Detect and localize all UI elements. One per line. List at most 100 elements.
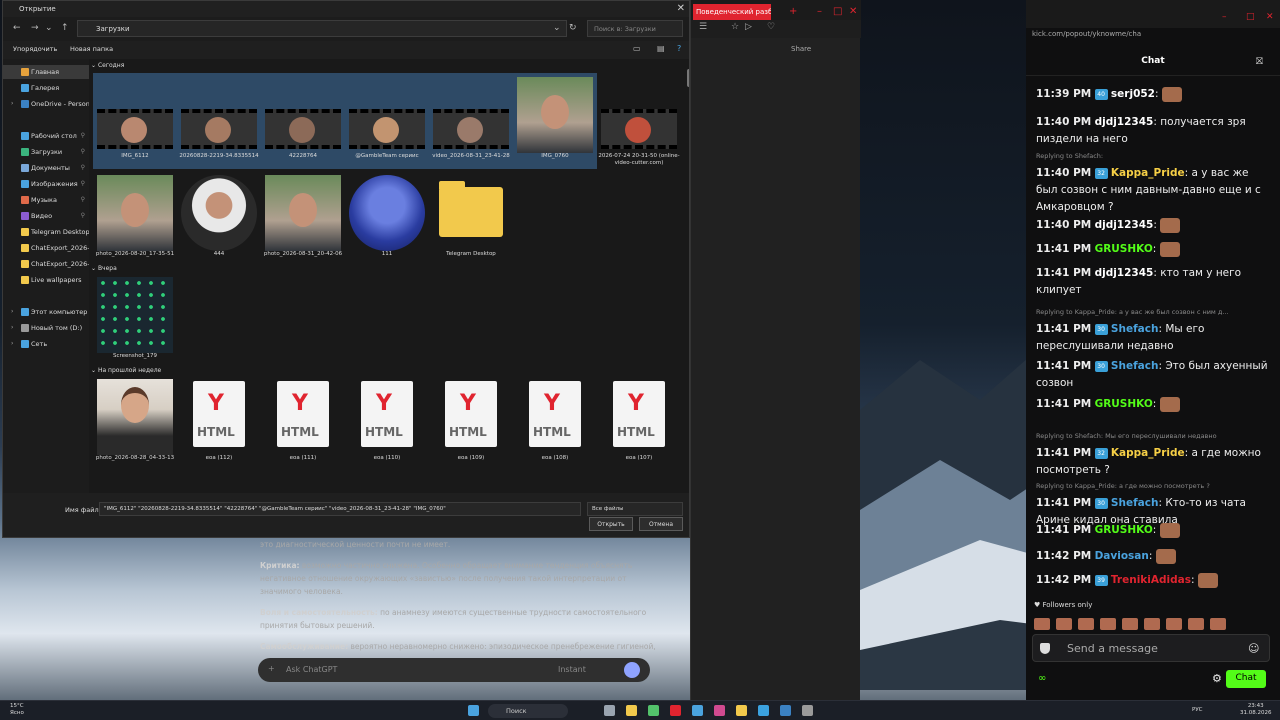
file-item[interactable]: video_2026-08-31_23-41-28 [429, 73, 513, 169]
task-view-icon[interactable] [604, 705, 615, 716]
file-item[interactable]: 42228764 [261, 73, 345, 169]
chat-send-button[interactable]: Chat [1226, 670, 1266, 688]
emote[interactable] [1034, 618, 1050, 630]
address-dropdown-icon[interactable]: ⌄ [553, 23, 561, 33]
emote[interactable] [1166, 618, 1182, 630]
opera-icon[interactable] [714, 705, 725, 716]
back-icon[interactable]: ← [13, 23, 21, 33]
search-input[interactable]: Поиск в: Загрузки [587, 20, 683, 37]
chevron-right-icon[interactable]: › [11, 308, 13, 315]
file-item[interactable]: Screenshot_179 [93, 273, 177, 369]
sidebar-item[interactable]: ChatExport_2026-0 [3, 241, 89, 255]
sidebar-item[interactable]: Главная [3, 65, 89, 79]
telegram-icon[interactable] [758, 705, 769, 716]
username[interactable]: Kappa_Pride [1111, 167, 1185, 179]
minimize-icon[interactable]: – [817, 6, 822, 17]
sidebar-item[interactable]: › Этот компьютер [3, 305, 89, 319]
emote[interactable] [1210, 618, 1226, 630]
weather-widget[interactable]: 15°C Ясно [10, 703, 24, 717]
file-item[interactable]: 444 [177, 171, 261, 267]
close-icon[interactable]: ✕ [849, 6, 857, 17]
new-folder-button[interactable]: Новая папка [70, 45, 113, 53]
sidebar-item[interactable]: › Новый том (D:) [3, 321, 89, 335]
taskbar-search[interactable]: Поиск [488, 704, 568, 718]
address-bar[interactable]: Загрузки [77, 20, 567, 37]
bookmarks-icon[interactable]: ☆ [731, 22, 739, 32]
emote[interactable] [1056, 618, 1072, 630]
username[interactable]: TrenikiAdidas [1111, 574, 1191, 586]
gear-icon[interactable]: ⚙ [1212, 672, 1222, 685]
sidebar-item[interactable]: › Сеть [3, 337, 89, 351]
file-item[interactable]: IMG_6112 [93, 73, 177, 169]
sidebar-item[interactable]: Загрузки ⚲ [3, 145, 89, 159]
username[interactable]: djdj12345 [1095, 267, 1154, 279]
group-today[interactable]: ⌄ Сегодня [91, 62, 124, 69]
sort-button[interactable]: Упорядочить [13, 45, 57, 53]
file-item[interactable]: 2026-07-24 20-31-50 (online-video-cutter… [597, 73, 681, 169]
new-tab-icon[interactable]: + [789, 6, 797, 17]
username[interactable]: djdj12345 [1095, 116, 1154, 128]
file-item[interactable]: Y HTML еоа (110) [345, 375, 429, 471]
help-icon[interactable]: ? [677, 44, 681, 53]
file-item[interactable]: @GambleTeam сериис [345, 73, 429, 169]
app-icon[interactable] [780, 705, 791, 716]
file-item[interactable]: Y HTML еоа (112) [177, 375, 261, 471]
file-item[interactable]: Y HTML еоа (108) [513, 375, 597, 471]
file-item[interactable]: photo_2026-08-20_17-35-51 [93, 171, 177, 267]
username[interactable]: Shefach [1111, 323, 1159, 335]
chevron-down-icon[interactable]: ⌄ [45, 23, 53, 33]
reply-context[interactable]: Replying to Shefach: [1036, 148, 1270, 165]
file-item[interactable]: Y HTML еоа (107) [597, 375, 681, 471]
infinity-icon[interactable]: ∞ [1038, 673, 1046, 684]
maximize-icon[interactable]: □ [833, 6, 842, 17]
file-item[interactable]: photo_2026-08-28_04-33-13 [93, 375, 177, 471]
play-icon[interactable]: ▷ [745, 22, 752, 32]
heart-icon[interactable]: ♡ [767, 22, 775, 32]
username[interactable]: Kappa_Pride [1111, 447, 1185, 459]
app-icon[interactable] [802, 705, 813, 716]
username[interactable]: Shefach [1111, 360, 1159, 372]
close-icon[interactable]: ✕ [677, 3, 685, 14]
cancel-button[interactable]: Отмена [639, 517, 683, 531]
chevron-right-icon[interactable]: › [11, 340, 13, 347]
username[interactable]: GRUSHKO [1095, 398, 1153, 410]
voice-send-icon[interactable] [624, 662, 640, 678]
emote[interactable] [1144, 618, 1160, 630]
emote[interactable] [1188, 618, 1204, 630]
sidebar-item[interactable]: Видео ⚲ [3, 209, 89, 223]
username[interactable]: GRUSHKO [1095, 243, 1153, 255]
filename-input[interactable]: "IMG_6112" "20260828-2219-34.8335514" "4… [99, 502, 581, 516]
app-icon[interactable] [736, 705, 747, 716]
language-indicator[interactable]: РУС [1192, 707, 1203, 713]
file-item[interactable]: IMG_0760 [513, 73, 597, 169]
scrollbar-thumb[interactable] [687, 69, 689, 87]
reply-context[interactable]: Replying to Kappa_Pride: а у вас же был … [1036, 304, 1270, 321]
sidebar-item[interactable]: › OneDrive - Persona [3, 97, 89, 111]
sidebar-item[interactable]: Галерея [3, 81, 89, 95]
chevron-right-icon[interactable]: › [11, 324, 13, 331]
menu-icon[interactable]: ☰ [699, 22, 707, 32]
sidebar-item[interactable]: Рабочий стол ⚲ [3, 129, 89, 143]
file-item[interactable]: Telegram Desktop [429, 171, 513, 267]
file-item[interactable]: Y HTML еоа (111) [261, 375, 345, 471]
maximize-icon[interactable]: □ [1246, 12, 1255, 22]
emote[interactable] [1100, 618, 1116, 630]
sidebar-item[interactable]: Музыка ⚲ [3, 193, 89, 207]
up-icon[interactable]: ↑ [61, 23, 69, 33]
clock[interactable]: 23:43 31.08.2026 [1240, 703, 1272, 717]
sidebar-item[interactable]: ChatExport_2026-0 [3, 257, 89, 271]
sidebar-item[interactable]: Документы ⚲ [3, 161, 89, 175]
username[interactable]: Daviosan [1095, 550, 1149, 562]
minimize-icon[interactable]: – [1222, 12, 1227, 22]
chevron-right-icon[interactable]: › [11, 100, 13, 107]
yandex-icon[interactable] [670, 705, 681, 716]
emote-bar[interactable] [1034, 615, 1274, 630]
sidebar-item[interactable]: Изображения ⚲ [3, 177, 89, 191]
file-item[interactable]: 111 [345, 171, 429, 267]
chrome-icon[interactable] [648, 705, 659, 716]
file-item[interactable]: photo_2026-08-31_20-42-06 [261, 171, 345, 267]
file-item[interactable]: 20260828-2219-34.8335514 [177, 73, 261, 169]
url-bar[interactable]: kick.com/popout/yknowme/cha [1032, 30, 1141, 38]
reply-context[interactable]: Replying to Kappa_Pride: а где можно пос… [1036, 478, 1270, 495]
app-icon[interactable] [692, 705, 703, 716]
